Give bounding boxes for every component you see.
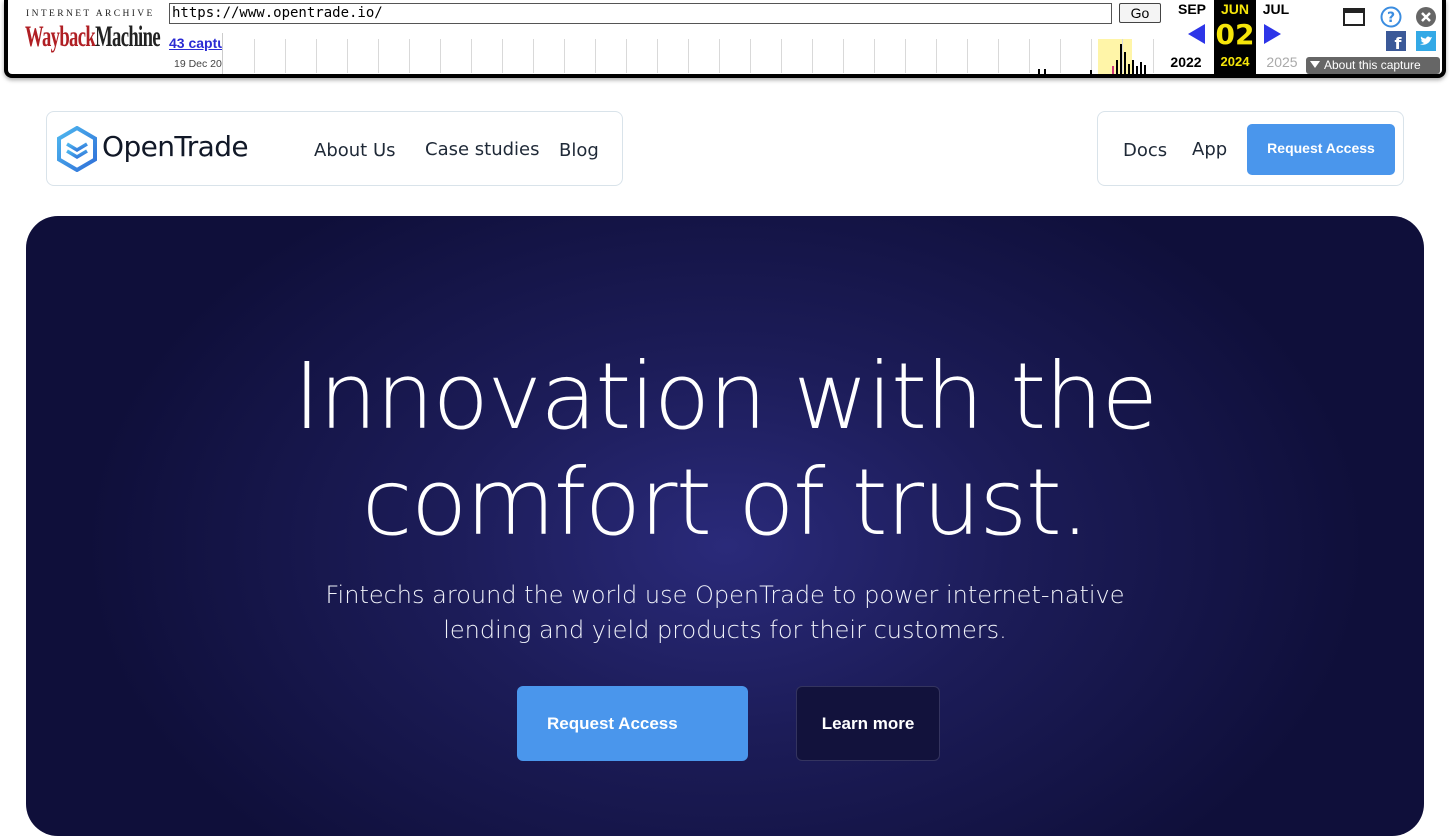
brand-name[interactable]: OpenTrade (102, 130, 249, 163)
prev-capture-arrow-icon[interactable] (1188, 24, 1205, 44)
capture-timeline[interactable] (222, 33, 1162, 74)
current-month: JUN (1220, 1, 1249, 17)
help-icon[interactable]: ? (1379, 5, 1403, 29)
wayback-toolbar: INTERNET ARCHIVE WaybackMachine https://… (4, 0, 1446, 78)
wayback-logo-word-1: Wayback (25, 20, 96, 53)
hero-title-line-2: comfort of trust. (361, 449, 1090, 556)
capture-range-date: 19 Dec 2022 (174, 58, 222, 70)
timeline-current-year-highlight (1098, 39, 1132, 74)
wayback-logo-word-2: Machine (95, 20, 161, 53)
wayback-logo[interactable]: WaybackMachine (25, 20, 161, 53)
opentrade-logo-icon[interactable] (56, 125, 98, 177)
hero-title: Innovation with the comfort of trust. (26, 344, 1424, 556)
request-access-nav-button[interactable]: Request Access (1247, 124, 1395, 175)
hero-subtitle-line-1: Fintechs around the world use OpenTrade … (325, 581, 1125, 609)
facebook-icon[interactable]: f (1385, 30, 1407, 52)
wayback-go-button[interactable]: Go (1119, 3, 1161, 23)
about-capture-button[interactable]: About this capture (1306, 57, 1440, 74)
learn-more-button[interactable]: Learn more (796, 686, 940, 761)
main-nav: OpenTrade About Us Case studies Blog (46, 111, 623, 186)
nav-link-case-studies[interactable]: Case studies (425, 139, 540, 160)
next-capture-arrow-icon[interactable] (1264, 24, 1281, 44)
about-capture-label: About this capture (1324, 58, 1421, 72)
nav-link-about-us[interactable]: About Us (314, 140, 396, 161)
nav-actions: Docs App Request Access (1097, 111, 1404, 186)
current-day: 02 (1215, 18, 1255, 51)
hero-title-line-1: Innovation with the (293, 343, 1158, 450)
svg-text:?: ? (1387, 10, 1395, 26)
next-month[interactable]: JUL (1256, 1, 1296, 17)
wayback-url-input[interactable]: https://www.opentrade.io/ (169, 3, 1112, 24)
nav-link-blog[interactable]: Blog (559, 140, 599, 161)
hero-subtitle-line-2: lending and yield products for their cus… (443, 616, 1007, 644)
current-year: 2024 (1220, 54, 1250, 69)
close-icon[interactable] (1414, 5, 1438, 29)
prev-year[interactable]: 2022 (1164, 54, 1208, 70)
hero-section: Innovation with the comfort of trust. Fi… (26, 216, 1424, 836)
next-year: 2025 (1266, 54, 1298, 70)
wayback-logo-caption: INTERNET ARCHIVE (26, 9, 155, 19)
captures-link[interactable]: 43 captures (169, 35, 223, 51)
nav-link-app[interactable]: App (1192, 139, 1227, 160)
window-icon[interactable] (1342, 7, 1366, 27)
prev-month[interactable]: SEP (1172, 1, 1212, 17)
request-access-hero-button[interactable]: Request Access (517, 686, 748, 761)
hero-subtitle: Fintechs around the world use OpenTrade … (26, 578, 1424, 648)
nav-link-docs[interactable]: Docs (1123, 140, 1167, 161)
svg-text:f: f (1395, 34, 1403, 51)
twitter-icon[interactable] (1415, 30, 1437, 52)
caret-down-icon (1310, 61, 1320, 68)
